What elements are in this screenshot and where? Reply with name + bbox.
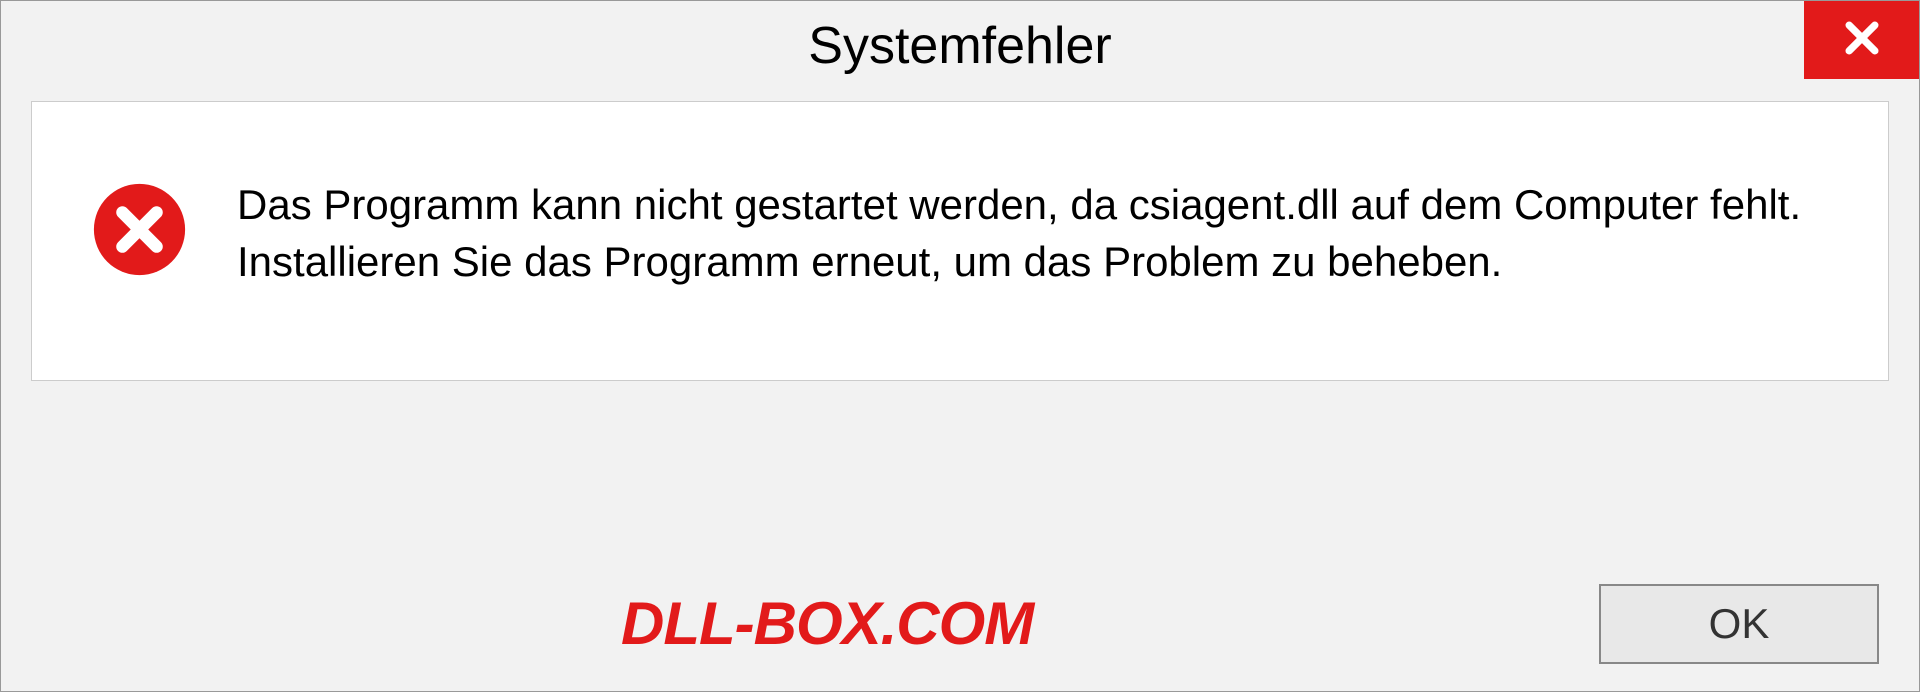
dialog-title: Systemfehler [808,16,1111,76]
close-icon [1840,16,1884,65]
dialog-footer: DLL-BOX.COM OK [1,556,1919,691]
close-button[interactable] [1804,1,1919,79]
error-dialog: Systemfehler Das Programm kann nicht ges… [0,0,1920,692]
error-message: Das Programm kann nicht gestartet werden… [237,172,1828,290]
ok-button[interactable]: OK [1599,584,1879,664]
watermark-text: DLL-BOX.COM [621,589,1033,658]
content-box: Das Programm kann nicht gestartet werden… [31,101,1889,381]
error-icon [92,182,187,277]
titlebar: Systemfehler [1,1,1919,91]
